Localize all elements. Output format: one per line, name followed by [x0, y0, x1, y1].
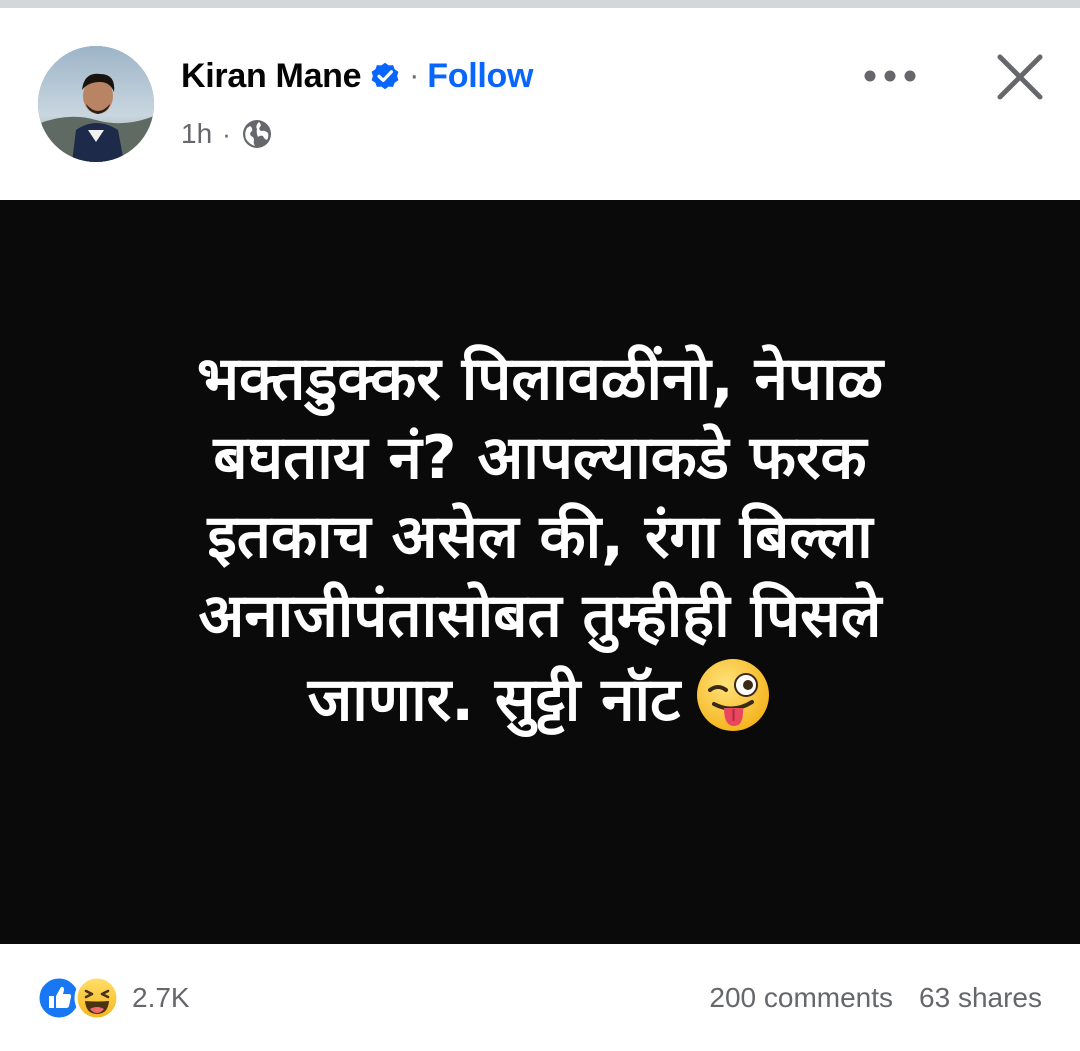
reactions-summary[interactable]: 2.7K	[36, 974, 190, 1022]
verified-badge-icon	[369, 60, 401, 92]
follow-button[interactable]: Follow	[427, 57, 533, 96]
shares-link[interactable]: 63 shares	[919, 982, 1042, 1014]
avatar-photo	[38, 46, 154, 162]
author-avatar[interactable]	[38, 46, 154, 162]
more-options-button[interactable]	[855, 56, 925, 96]
post-timestamp[interactable]: 1h	[181, 118, 212, 150]
author-row: Kiran Mane · Follow	[181, 56, 533, 96]
comments-link[interactable]: 200 comments	[709, 982, 893, 1014]
post-text-line-2: बघताय नं? आपल्याकडे फरक	[213, 423, 867, 493]
close-button[interactable]	[985, 42, 1055, 112]
engagement-stats: 200 comments 63 shares	[709, 974, 1042, 1022]
post-text-line-5-wrap: जाणार. सुट्टी नॉट	[70, 656, 1010, 740]
top-divider	[0, 0, 1080, 8]
reactions-count: 2.7K	[132, 982, 190, 1013]
post-text-line-1: भक्तडुक्कर पिलावळींनो, नेपाळ	[196, 344, 884, 414]
author-separator: ·	[409, 59, 420, 92]
post-text-line-4: अनाजीपंतासोबत तुम्हीही पिसले	[198, 581, 882, 651]
post-text-card: भक्तडुक्कर पिलावळींनो, नेपाळ बघताय नं? आ…	[0, 200, 1080, 944]
post-text-line-3: इतकाच असेल की, रंगा बिल्ला	[207, 502, 873, 572]
haha-icon	[74, 975, 120, 1021]
globe-icon[interactable]	[241, 118, 273, 150]
post-text-line-5: जाणार. सुट्टी नॉट	[307, 665, 681, 735]
author-name[interactable]: Kiran Mane	[181, 57, 362, 96]
post-text: भक्तडुक्कर पिलावळींनो, नेपाळ बघताय नं? आ…	[70, 340, 1010, 740]
more-options-icon	[864, 70, 916, 82]
close-icon	[997, 54, 1043, 100]
winking-tongue-emoji-icon	[694, 656, 772, 734]
post-footer: 2.7K 200 comments 63 shares	[0, 944, 1080, 1051]
post-header: Kiran Mane · Follow 1h ·	[0, 8, 1080, 200]
post-meta: 1h ·	[181, 114, 273, 154]
meta-separator: ·	[222, 118, 231, 149]
